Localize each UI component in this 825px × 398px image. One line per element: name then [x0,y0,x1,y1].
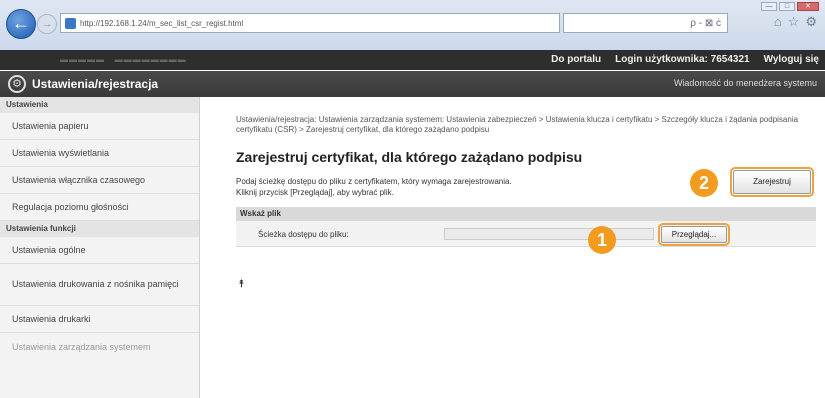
breadcrumb[interactable]: Ustawienia/rejestracja: Ustawienia zarzą… [236,115,816,135]
toolbar-icons: ⌂ ☆ ⚙ [774,14,817,30]
file-path-row: Ścieżka dostępu do pliku: Przeglądaj... [236,221,816,247]
description: Podaj ścieżkę dostępu do pliku z certyfi… [236,176,512,198]
home-icon[interactable]: ⌂ [774,14,782,30]
back-arrow-icon[interactable]: ← [6,9,36,39]
portal-link[interactable]: Do portalu [551,54,601,65]
sidebar-item-paper[interactable]: Ustawienia papieru [0,113,199,140]
scroll-to-top-icon[interactable]: ⯭ [238,278,245,291]
page-favicon-icon [65,17,76,29]
admin-message-link[interactable]: Wiadomość do menedżera systemu [674,78,817,88]
login-label: Login użytkownika: [615,54,708,65]
settings-gear-icon[interactable]: ⚙ [805,14,817,30]
settings-gear-icon: ⚙ [8,75,26,93]
sidebar-item-volume[interactable]: Regulacja poziomu głośności [0,194,199,221]
description-line: Kliknij przycisk [Przeglądaj], aby wybra… [236,188,394,197]
favorites-star-icon[interactable]: ☆ [788,14,800,30]
window-controls: — □ ✕ [761,2,819,11]
description-line: Podaj ścieżkę dostępu do pliku z certyfi… [236,177,512,186]
sidebar-section-header: Ustawienia funkcji [0,221,199,237]
device-name-obscured: ▬▬▬▬▬ ▬▬▬▬▬▬▬▬ [60,55,187,64]
logout-link[interactable]: Wyloguj się [764,54,819,65]
file-path-label: Ścieżka dostępu do pliku: [258,230,349,239]
main-content: Ustawienia/rejestracja: Ustawienia zarzą… [200,97,825,398]
sidebar-item-printer[interactable]: Ustawienia drukarki [0,306,199,333]
section-header: Wskaż plik [236,207,816,221]
maximize-icon[interactable]: □ [779,2,795,11]
page-section-title: Ustawienia/rejestracja [32,77,159,91]
sidebar-item-memory-print[interactable]: Ustawienia drukowania z nośnika pamięci [0,264,199,306]
step-badge-1: 1 [588,226,616,254]
top-bar: ▬▬▬▬▬ ▬▬▬▬▬▬▬▬ Do portalu Login użytkown… [0,50,825,70]
step-badge-2: 2 [690,169,718,197]
minimize-icon[interactable]: — [761,2,777,11]
address-url: http://192.168.1.24/m_sec_list_csr_regis… [80,18,244,28]
sidebar-item-display[interactable]: Ustawienia wyświetlania [0,140,199,167]
browse-button[interactable]: Przeglądaj... [658,223,730,246]
sidebar-section-header: Ustawienia [0,97,199,113]
sidebar-item-general[interactable]: Ustawienia ogólne [0,237,199,264]
register-button[interactable]: Zarejestruj [730,167,814,197]
browser-chrome: — □ ✕ ← → http://192.168.1.24/m_sec_list… [0,0,825,50]
close-icon[interactable]: ✕ [797,2,819,11]
title-bar: ⚙ Ustawienia/rejestracja Wiadomość do me… [0,71,825,97]
search-controls: ρ - ⊠ ċ [690,17,721,29]
sidebar-item-system-management[interactable]: Ustawienia zarządzania systemem [0,333,199,360]
login-value: 7654321 [710,54,750,65]
forward-arrow-icon[interactable]: → [37,14,57,34]
sidebar-item-timer[interactable]: Ustawienia włącznika czasowego [0,167,199,194]
address-bar[interactable]: http://192.168.1.24/m_sec_list_csr_regis… [60,13,560,33]
file-path-input[interactable] [444,228,654,240]
browser-search-box[interactable]: ρ - ⊠ ċ [563,13,728,33]
page-title: Zarejestruj certyfikat, dla którego zażą… [236,149,583,165]
sidebar: Ustawienia Ustawienia papieru Ustawienia… [0,97,200,398]
